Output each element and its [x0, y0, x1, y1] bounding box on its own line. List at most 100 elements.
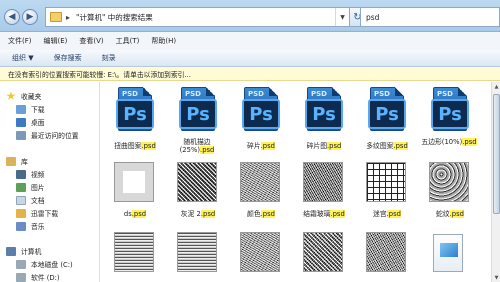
nav-downloads[interactable]: 下载 [16, 102, 45, 116]
nav-desktop[interactable]: 桌面 [16, 115, 45, 129]
nav-music[interactable]: 音乐 [16, 219, 45, 233]
pictures-icon [16, 182, 26, 192]
drive-icon [16, 259, 26, 269]
thumbnail [114, 232, 154, 272]
thumbnail [303, 162, 343, 202]
file-name: 碎片图.psd [306, 142, 342, 150]
nav-pictures-label: 图片 [31, 184, 45, 192]
file-item[interactable]: 颜色.psd [232, 160, 288, 220]
nav-drive-d[interactable]: 软件 (D:) [16, 270, 60, 282]
file-item[interactable]: PSD Ps 五边形(10%).psd [421, 85, 477, 146]
address-dropdown-icon[interactable]: ▼ [335, 8, 349, 26]
menu-tools[interactable]: 工具(T) [116, 36, 140, 46]
psd-file-icon: PSD Ps [431, 87, 469, 137]
file-name: 颜色.psd [247, 210, 275, 218]
file-name: 蛇纹.psd [436, 210, 464, 218]
psd-file-icon: PSD Ps [179, 87, 217, 137]
back-button[interactable]: ◀ [4, 9, 20, 25]
nav-documents-label: 文档 [31, 197, 45, 205]
menu-view[interactable]: 查看(V) [79, 36, 103, 46]
music-icon [16, 221, 26, 231]
nav-drive-c[interactable]: 本地磁盘 (C:) [16, 257, 73, 271]
folder-icon [50, 12, 62, 22]
save-search-button[interactable]: 保存搜索 [54, 53, 82, 63]
search-value: psd [366, 12, 380, 22]
address-bar[interactable]: ▸ "计算机" 中的搜索结果 ▼ [45, 7, 350, 27]
psd-badge: PSD [122, 90, 138, 98]
ps-logo: Ps [368, 99, 406, 129]
nav-videos[interactable]: 视频 [16, 167, 45, 181]
nav-computer[interactable]: 计算机 [6, 244, 41, 258]
file-list: PSD Ps 扭曲图案.psd PSD Ps 随机描边(25%).psd PSD Ps… [101, 82, 491, 282]
nav-favorites[interactable]: 收藏夹 [6, 89, 41, 103]
file-name: 碎片.psd [247, 142, 275, 150]
nav-drive-d-label: 软件 (D:) [31, 274, 60, 282]
file-item[interactable]: 结霜玻璃.psd [295, 160, 351, 220]
psd-file-icon: PSD Ps [116, 87, 154, 137]
desktop-icon [16, 117, 26, 127]
thumbnail [366, 232, 406, 272]
file-item[interactable]: PSD Ps 碎片图.psd [295, 85, 351, 150]
command-bar: 组织 ▼ 保存搜索 刻录 [0, 50, 500, 67]
ps-logo: Ps [305, 99, 343, 129]
menu-help[interactable]: 帮助(H) [151, 36, 176, 46]
file-item[interactable] [295, 230, 351, 282]
nav-drive-c-label: 本地磁盘 (C:) [31, 261, 73, 269]
file-item[interactable] [358, 230, 414, 282]
scroll-down-icon[interactable]: ▼ [492, 273, 500, 282]
psd-file-icon: PSD Ps [242, 87, 280, 137]
thumbnail [366, 162, 406, 202]
file-name: 五边形(10%).psd [421, 138, 477, 146]
file-item[interactable] [421, 230, 477, 282]
nav-pictures[interactable]: 图片 [16, 180, 45, 194]
breadcrumb-separator[interactable]: ▸ [66, 13, 70, 22]
file-item[interactable]: PSD Ps 随机描边(25%).psd [169, 85, 225, 154]
thumbnail [429, 162, 469, 202]
file-item[interactable]: PSD Ps 多纹图案.psd [358, 85, 414, 150]
burn-button[interactable]: 刻录 [102, 53, 116, 63]
organize-button[interactable]: 组织 ▼ [12, 53, 34, 63]
nav-xunlei[interactable]: 迅雷下载 [16, 206, 58, 220]
nav-favorites-label: 收藏夹 [21, 93, 42, 101]
file-item[interactable]: PSD Ps 扭曲图案.psd [106, 85, 162, 150]
forward-arrow-icon: ▶ [26, 11, 34, 22]
downloads-folder-icon [16, 104, 26, 114]
nav-downloads-label: 下载 [31, 106, 45, 114]
psd-badge: PSD [248, 90, 264, 98]
recent-places-icon [16, 130, 26, 140]
ps-logo: Ps [431, 99, 469, 129]
vertical-scrollbar[interactable]: ▲ ▼ [491, 82, 500, 282]
file-item[interactable]: ds.psd [106, 160, 162, 220]
menu-file[interactable]: 文件(F) [8, 36, 32, 46]
file-item[interactable] [106, 230, 162, 282]
title-bar: ◀ ▶ ▸ "计算机" 中的搜索结果 ▼ ↻ psd [0, 0, 500, 32]
nav-libraries-label: 库 [21, 158, 28, 166]
file-item[interactable]: 灰泥 2.psd [169, 160, 225, 220]
navigation-pane: 收藏夹 下载 桌面 最近访问的位置 库 视频 图片 文档 迅雷下载 音乐 计算机… [0, 82, 100, 282]
menu-edit[interactable]: 编辑(E) [44, 36, 68, 46]
file-name: 迷宫.psd [373, 210, 401, 218]
videos-icon [16, 169, 26, 179]
file-item[interactable]: 迷宫.psd [358, 160, 414, 220]
file-item[interactable] [169, 230, 225, 282]
file-item[interactable]: PSD Ps 碎片.psd [232, 85, 288, 150]
nav-libraries[interactable]: 库 [6, 154, 28, 168]
scrollbar-thumb[interactable] [493, 94, 500, 214]
nav-xunlei-label: 迅雷下载 [31, 210, 59, 218]
forward-button[interactable]: ▶ [22, 9, 38, 25]
info-bar-text: 在没有索引的位置搜索可能较慢: E:\。请单击以添加到索引... [8, 70, 191, 79]
back-arrow-icon: ◀ [8, 11, 16, 22]
star-icon [6, 91, 16, 100]
search-input[interactable]: psd [360, 7, 500, 27]
thumbnail [177, 232, 217, 272]
index-info-bar[interactable]: 在没有索引的位置搜索可能较慢: E:\。请单击以添加到索引... [0, 67, 500, 81]
nav-recent[interactable]: 最近访问的位置 [16, 128, 79, 142]
file-item[interactable]: 蛇纹.psd [421, 160, 477, 220]
file-item[interactable] [232, 230, 288, 282]
thumbnail [240, 162, 280, 202]
nav-documents[interactable]: 文档 [16, 193, 45, 207]
scroll-up-icon[interactable]: ▲ [492, 82, 500, 91]
nav-recent-label: 最近访问的位置 [31, 132, 79, 140]
address-path[interactable]: "计算机" 中的搜索结果 [76, 12, 153, 23]
nav-videos-label: 视频 [31, 171, 45, 179]
